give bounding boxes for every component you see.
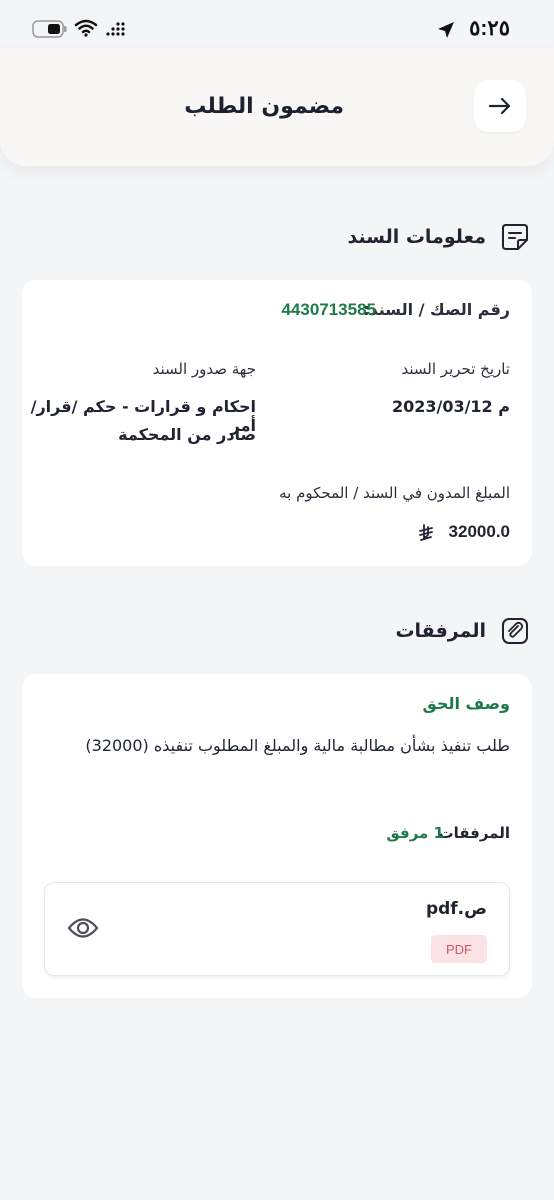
riyal-currency-icon	[419, 524, 433, 541]
location-arrow-icon	[438, 22, 454, 38]
document-icon	[502, 224, 528, 250]
attachments-count: 1 مرفق	[386, 824, 444, 842]
amount-label: المبلغ المدون في السند / المحكوم به	[279, 484, 510, 502]
issuer-label: جهة صدور السند	[152, 360, 256, 378]
amount-value: 32000.0	[448, 522, 510, 541]
attachment-file-item[interactable]: ص.pdf PDF	[44, 882, 510, 976]
arrow-right-icon	[488, 97, 511, 115]
cellular-signal-icon	[106, 22, 125, 36]
file-type-badge: PDF	[431, 935, 487, 963]
issue-date-label: تاريخ تحرير السند	[401, 360, 511, 378]
wifi-icon	[74, 19, 98, 37]
right-description-value: طلب تنفيذ بشأن مطالبة مالية والمبلغ المط…	[85, 736, 510, 755]
right-description-label: وصف الحق	[422, 694, 510, 713]
deed-number-label: رقم الصك / السند:	[363, 300, 510, 319]
status-time: ٥:٢٥	[469, 17, 510, 40]
document-info-title: معلومات السند	[347, 226, 486, 248]
deed-number-value: 4430713585	[281, 300, 376, 319]
attachments-label: المرفقات	[438, 824, 510, 842]
issue-date-value: 2023/03/12 م	[391, 397, 510, 416]
page-header: مضمون الطلب	[0, 48, 554, 166]
back-button[interactable]	[474, 80, 526, 132]
file-name: ص.pdf	[425, 899, 487, 919]
attachment-clip-icon	[502, 618, 528, 644]
attachments-title: المرفقات	[395, 620, 486, 642]
issuer-value-line2: صادر من المحكمة	[118, 425, 256, 444]
battery-icon	[32, 20, 67, 38]
attachments-card: وصف الحق طلب تنفيذ بشأن مطالبة مالية وال…	[22, 674, 532, 998]
document-info-card: رقم الصك / السند: 4430713585 تاريخ تحرير…	[22, 280, 532, 566]
page-title: مضمون الطلب	[184, 94, 344, 119]
eye-icon[interactable]	[67, 915, 99, 941]
